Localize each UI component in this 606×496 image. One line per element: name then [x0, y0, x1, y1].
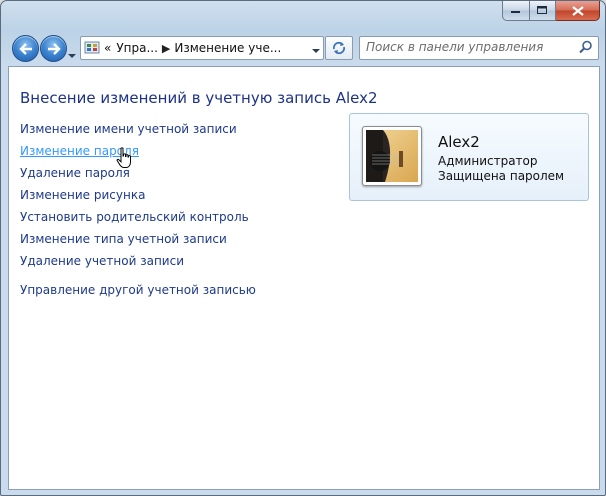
content-pane: Внесение изменений в учетную запись Alex…	[8, 66, 600, 490]
guitar-picture-icon	[366, 130, 418, 182]
parental-controls-link[interactable]: Установить родительский контроль	[20, 210, 249, 224]
control-panel-window: « Упра... ▶ Изменение уче... Вне	[0, 0, 606, 496]
minimize-button[interactable]	[502, 1, 530, 21]
remove-password-link[interactable]: Удаление пароля	[20, 166, 130, 180]
refresh-button[interactable]	[325, 36, 353, 60]
refresh-icon	[332, 41, 346, 55]
search-icon[interactable]	[579, 40, 593, 54]
close-icon	[571, 5, 584, 16]
recent-pages-dropdown[interactable]	[68, 44, 76, 63]
caption-buttons	[502, 1, 600, 21]
breadcrumb-item-current[interactable]: Изменение уче...	[174, 41, 281, 55]
search-input[interactable]	[363, 39, 575, 55]
delete-account-link[interactable]: Удаление учетной записи	[20, 254, 184, 268]
chevron-down-icon	[68, 54, 76, 58]
avatar	[362, 126, 422, 186]
minimize-icon	[511, 10, 520, 13]
change-account-type-link[interactable]: Изменение типа учетной записи	[20, 232, 227, 246]
account-card: Alex2 Администратор Защищена паролем	[349, 113, 589, 201]
page-title: Внесение изменений в учетную запись Alex…	[20, 89, 378, 107]
navigation-bar: « Упра... ▶ Изменение уче...	[1, 34, 605, 63]
search-box[interactable]	[359, 36, 599, 60]
close-button[interactable]	[556, 1, 600, 21]
maximize-button[interactable]	[530, 1, 556, 21]
breadcrumb-separator-icon[interactable]: ▶	[162, 42, 170, 55]
control-panel-icon	[84, 41, 100, 54]
change-account-name-link[interactable]: Изменение имени учетной записи	[20, 122, 237, 136]
address-dropdown-button[interactable]	[312, 43, 320, 57]
hand-cursor-icon	[116, 147, 131, 168]
manage-another-account-link[interactable]: Управление другой учетной записью	[20, 283, 256, 297]
forward-button[interactable]	[40, 35, 67, 62]
maximize-icon	[537, 6, 547, 14]
change-picture-link[interactable]: Изменение рисунка	[20, 188, 145, 202]
account-status: Защищена паролем	[438, 169, 565, 183]
arrow-right-icon	[47, 42, 61, 55]
address-bar[interactable]: « Упра... ▶ Изменение уче...	[80, 36, 324, 60]
account-name: Alex2	[438, 133, 480, 151]
breadcrumb-item-control-panel[interactable]: Упра...	[116, 41, 158, 55]
chevron-down-icon	[312, 49, 320, 53]
back-button[interactable]	[12, 35, 39, 62]
arrow-left-icon	[18, 42, 32, 55]
account-type: Администратор	[438, 154, 538, 168]
breadcrumb-overflow[interactable]: «	[104, 41, 111, 55]
